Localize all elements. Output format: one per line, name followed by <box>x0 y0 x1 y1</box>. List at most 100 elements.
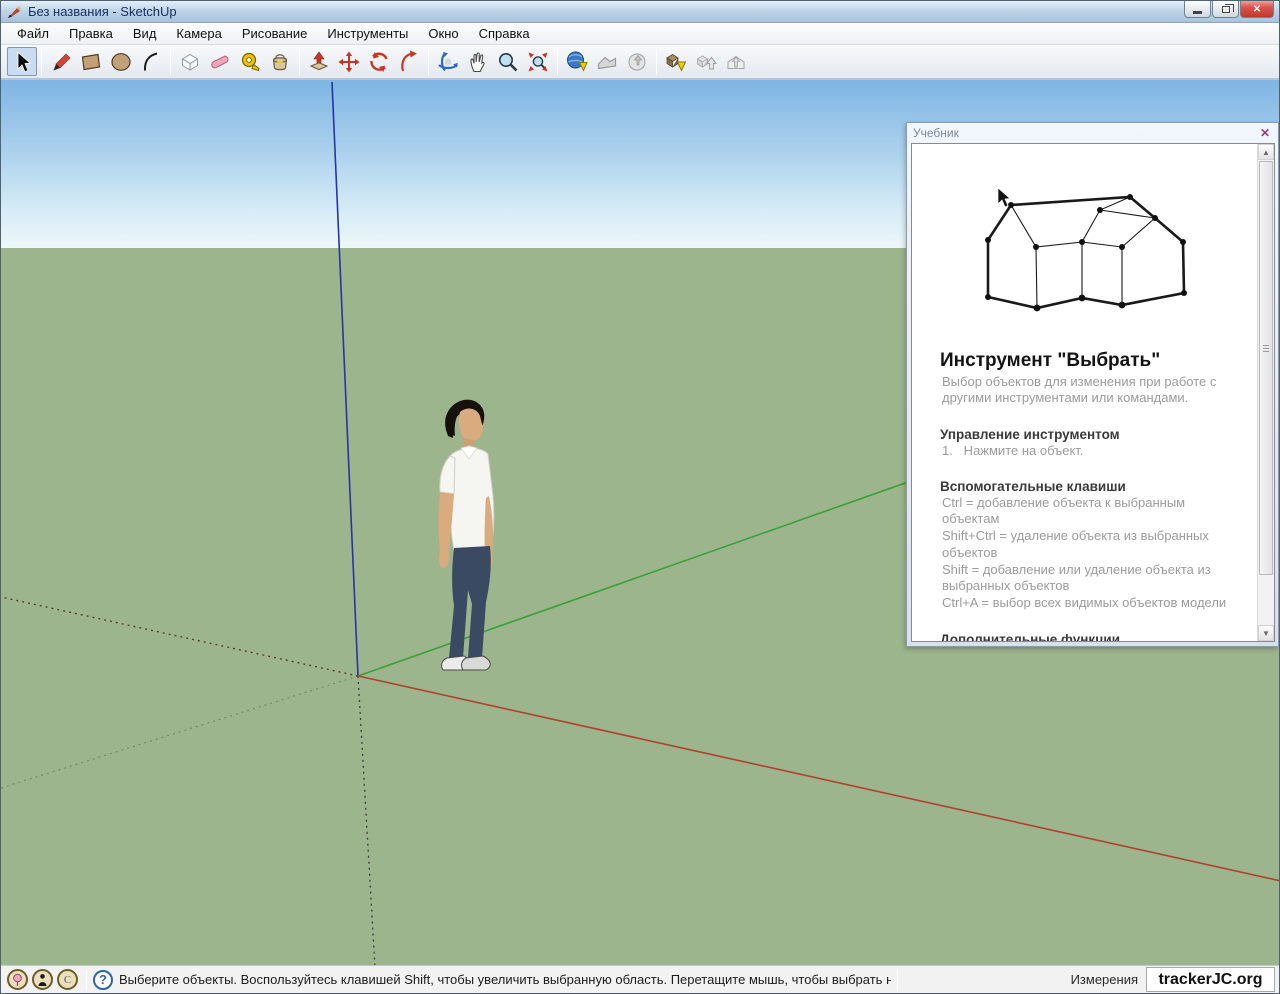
pencil-icon <box>49 50 73 74</box>
orbit-icon <box>436 50 460 74</box>
rotate-tool-button[interactable] <box>364 47 394 76</box>
offset-icon <box>397 50 421 74</box>
arc-icon <box>139 50 163 74</box>
zoom-extents-tool-button[interactable] <box>523 47 553 76</box>
credits-status-button[interactable]: C <box>57 969 78 990</box>
line-tool-button[interactable] <box>46 47 76 76</box>
toggle-terrain-tool-button[interactable] <box>592 47 622 76</box>
scrollbar-thumb[interactable] <box>1259 161 1273 575</box>
instructor-title: Учебник <box>913 126 959 140</box>
zoom-extents-icon <box>526 50 550 74</box>
tutorial-section-heading: Дополнительные функции <box>940 632 1247 642</box>
restore-button[interactable] <box>1212 1 1239 18</box>
tutorial-line: Ctrl = добавление объекта к выбранным об… <box>942 495 1245 528</box>
geolocation-icon <box>11 973 24 987</box>
status-bar: C ? Выберите объекты. Воспользуйтесь кла… <box>1 965 1279 993</box>
move-tool-button[interactable] <box>334 47 364 76</box>
instructor-panel: Учебник ✕ <box>906 122 1279 647</box>
menu-tools[interactable]: Инструменты <box>317 23 418 44</box>
offset-tool-button[interactable] <box>394 47 424 76</box>
titlebar: Без названия - SketchUp ✕ <box>1 1 1279 23</box>
tutorial-heading: Инструмент "Выбрать" <box>940 350 1247 372</box>
pan-tool-button[interactable] <box>463 47 493 76</box>
menu-view[interactable]: Вид <box>123 23 167 44</box>
help-icon[interactable]: ? <box>93 970 113 990</box>
menu-window[interactable]: Окно <box>418 23 468 44</box>
push-pull-tool-button[interactable] <box>304 47 334 76</box>
photo-textures-icon <box>625 50 649 74</box>
select-icon <box>10 50 34 74</box>
close-button[interactable]: ✕ <box>1240 1 1274 18</box>
minimize-button[interactable] <box>1184 1 1211 18</box>
instructor-scrollbar[interactable]: ▲ ▼ <box>1257 144 1274 641</box>
attribution-person-icon <box>36 973 49 987</box>
scroll-down-icon[interactable]: ▼ <box>1258 625 1274 641</box>
get-models-icon <box>664 50 688 74</box>
instructor-content: Инструмент "Выбрать" Выбор объектов для … <box>912 144 1257 641</box>
tape-measure-tool-button[interactable] <box>235 47 265 76</box>
eraser-icon <box>208 50 232 74</box>
component-box-icon <box>178 50 202 74</box>
rotate-icon <box>367 50 391 74</box>
instructor-close-button[interactable]: ✕ <box>1258 126 1272 139</box>
circle-tool-button[interactable] <box>106 47 136 76</box>
tutorial-section-heading: Управление инструментом <box>940 427 1247 442</box>
tutorial-section-heading: Вспомогательные клавиши <box>940 479 1247 494</box>
toolbar-separator <box>41 49 42 75</box>
pan-hand-icon <box>466 50 490 74</box>
zoom-tool-button[interactable] <box>493 47 523 76</box>
sketchup-logo-icon <box>6 4 22 20</box>
model-viewport[interactable]: Учебник ✕ <box>1 80 1279 965</box>
move-icon <box>337 50 361 74</box>
scale-figure-person[interactable] <box>409 396 504 686</box>
instructor-titlebar[interactable]: Учебник ✕ <box>907 123 1278 142</box>
tutorial-line: 1. Нажмите на объект. <box>942 443 1245 459</box>
scrollbar-track[interactable] <box>1258 160 1274 625</box>
menu-file[interactable]: Файл <box>7 23 59 44</box>
toolbar-separator <box>557 49 558 75</box>
arc-tool-button[interactable] <box>136 47 166 76</box>
paint-bucket-tool-button[interactable] <box>265 47 295 76</box>
toolbar-separator <box>170 49 171 75</box>
rectangle-tool-button[interactable] <box>76 47 106 76</box>
rectangle-icon <box>79 50 103 74</box>
menu-camera[interactable]: Камера <box>166 23 231 44</box>
scrollbar-grip-icon <box>1263 343 1269 354</box>
get-models-tool-button[interactable] <box>661 47 691 76</box>
close-icon: ✕ <box>1253 4 1261 15</box>
measurements-label: Измерения <box>1071 972 1138 987</box>
select-tool-button[interactable] <box>7 47 37 76</box>
tape-measure-icon <box>238 50 262 74</box>
share-model-icon <box>694 50 718 74</box>
menu-edit[interactable]: Правка <box>59 23 123 44</box>
menu-draw[interactable]: Рисование <box>232 23 317 44</box>
share-component-tool-button[interactable] <box>721 47 751 76</box>
add-location-tool-button[interactable] <box>562 47 592 76</box>
restore-icon <box>1222 6 1230 13</box>
toolbar-separator <box>428 49 429 75</box>
tutorial-line: Shift+Ctrl = удаление объекта из выбранн… <box>942 528 1245 561</box>
orbit-tool-button[interactable] <box>433 47 463 76</box>
statusbar-separator <box>86 970 87 990</box>
toolbar-separator <box>299 49 300 75</box>
share-model-tool-button[interactable] <box>691 47 721 76</box>
toolbar-separator <box>656 49 657 75</box>
tutorial-description: Выбор объектов для изменения при работе … <box>942 374 1243 407</box>
credits-icon: C <box>64 974 72 986</box>
tutorial-line: Shift = добавление или удаление объекта … <box>942 562 1245 595</box>
getting-started-toolbar <box>1 45 1279 80</box>
make-component-tool-button[interactable] <box>175 47 205 76</box>
menu-help[interactable]: Справка <box>469 23 540 44</box>
scroll-up-icon[interactable]: ▲ <box>1258 144 1274 160</box>
geolocation-status-button[interactable] <box>7 969 28 990</box>
toggle-terrain-icon <box>595 50 619 74</box>
photo-textures-tool-button[interactable] <box>622 47 652 76</box>
measurements-box[interactable]: trackerJC.org <box>1146 967 1275 992</box>
menu-bar: Файл Правка Вид Камера Рисование Инструм… <box>1 23 1279 45</box>
push-pull-icon <box>307 50 331 74</box>
eraser-tool-button[interactable] <box>205 47 235 76</box>
attribution-status-button[interactable] <box>32 969 53 990</box>
sketchup-window: Без названия - SketchUp ✕ Файл Правка Ви… <box>0 0 1280 994</box>
zoom-icon <box>496 50 520 74</box>
add-location-globe-icon <box>565 50 589 74</box>
